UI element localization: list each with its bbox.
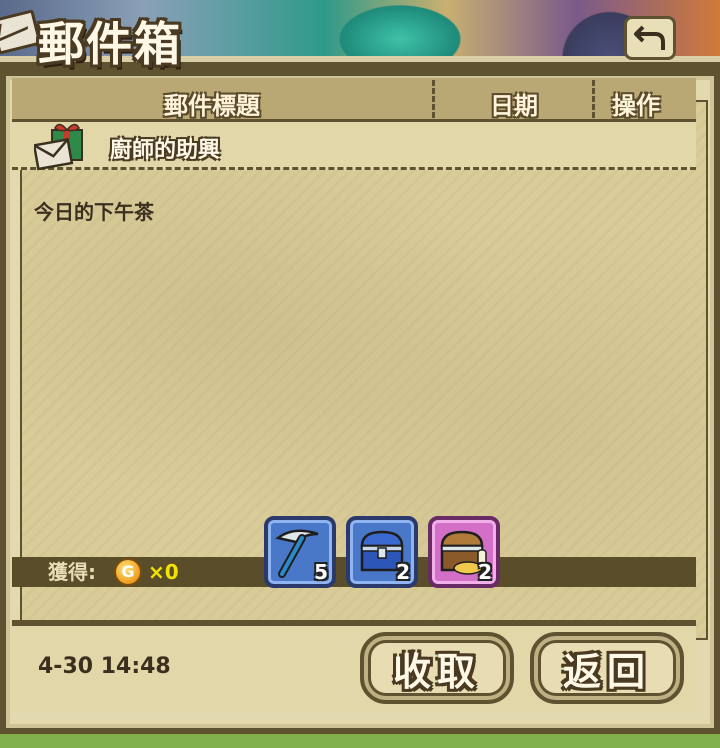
- gift-mail-icon: [34, 123, 83, 171]
- tree-decoration: [330, 0, 470, 56]
- collect-button[interactable]: 收取: [360, 632, 514, 704]
- window-title: 郵件箱: [38, 17, 182, 71]
- envelope-icon: [0, 9, 42, 55]
- header-action: 操作: [612, 92, 660, 120]
- back-arrow-button[interactable]: [624, 16, 676, 60]
- mail-item-title: 廚師的助興: [110, 138, 221, 163]
- return-button[interactable]: 返回: [530, 632, 684, 704]
- mail-timestamp: 4-30 14:48: [38, 654, 171, 679]
- reward-count: 2: [478, 560, 492, 584]
- reward-slot-treasure-chest[interactable]: 2: [428, 516, 500, 588]
- mail-list-item[interactable]: 廚師的助興: [12, 122, 696, 171]
- header-mail-title: 郵件標題: [164, 92, 260, 120]
- header-divider: [432, 80, 435, 118]
- reward-slot-pickaxe[interactable]: 5: [264, 516, 336, 588]
- title-plate: 郵件箱: [0, 0, 210, 71]
- reward-count: 5: [314, 560, 328, 584]
- reward-count: 2: [396, 560, 410, 584]
- table-header: 郵件標題 日期 操作: [12, 78, 696, 122]
- reward-slot-blue-chest[interactable]: 2: [346, 516, 418, 588]
- reward-label: 獲得:: [48, 560, 96, 584]
- back-arrow-icon: [634, 25, 665, 50]
- coin-count: ×0: [148, 560, 179, 584]
- header-date: 日期: [490, 92, 538, 120]
- header-divider: [592, 80, 595, 118]
- mail-body-text: 今日的下午茶: [34, 200, 154, 224]
- gold-coin-icon: G: [114, 558, 142, 586]
